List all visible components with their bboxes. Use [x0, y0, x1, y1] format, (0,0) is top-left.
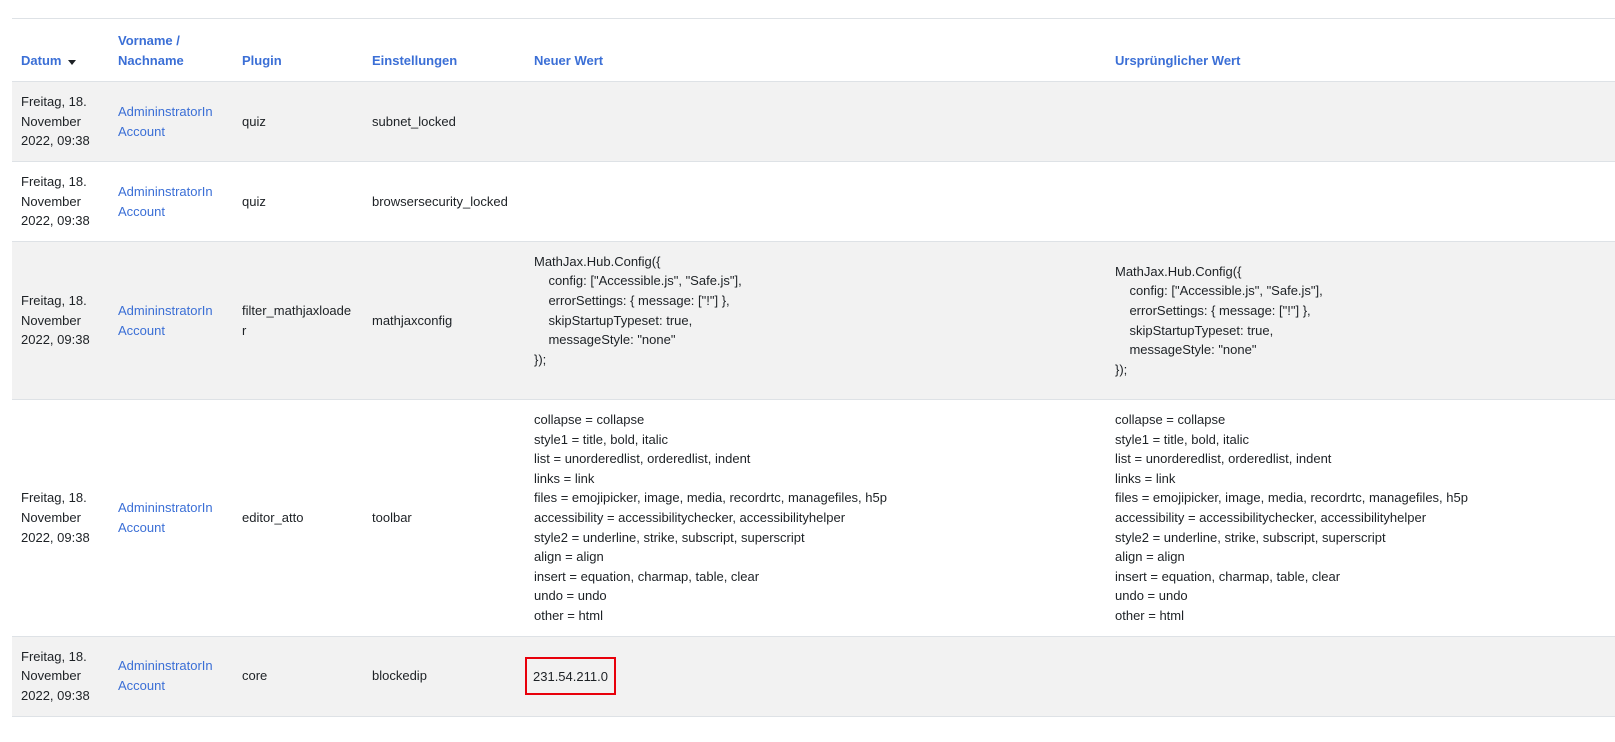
cell-user: AdmininstratorIn Account	[109, 162, 233, 242]
table-row: Freitag, 18. November 2022, 09:38 Admini…	[12, 162, 1615, 242]
cell-date: Freitag, 18. November 2022, 09:38	[21, 94, 90, 149]
table-row: Freitag, 18. November 2022, 09:38 Admini…	[12, 241, 1615, 400]
cell-setting: mathjaxconfig	[372, 312, 453, 328]
sort-plugin-link[interactable]: Plugin	[242, 53, 282, 68]
header-row: Datum Vorname / Nachname Plugin Einstell…	[12, 18, 1615, 82]
cell-setting: subnet_locked	[372, 113, 456, 129]
new-value-text: MathJax.Hub.Config({ config: ["Accessibl…	[534, 253, 742, 367]
user-link[interactable]: AdmininstratorIn Account	[118, 500, 213, 535]
cell-user: AdmininstratorIn Account	[109, 82, 233, 162]
cell-setting: blockedip	[372, 668, 427, 684]
user-link[interactable]: AdmininstratorIn Account	[118, 658, 213, 693]
cell-setting: browsersecurity_locked	[372, 193, 508, 209]
cell-user: AdmininstratorIn Account	[109, 636, 233, 716]
cell-new-value	[525, 82, 1106, 162]
config-changes-report: Datum Vorname / Nachname Plugin Einstell…	[12, 18, 1615, 717]
user-link[interactable]: AdmininstratorIn Account	[118, 184, 213, 219]
cell-old-value	[1106, 162, 1615, 242]
table-body: Freitag, 18. November 2022, 09:38 Admini…	[12, 81, 1615, 717]
highlighted-blocked-ip: 231.54.211.0	[525, 657, 616, 696]
user-link[interactable]: AdmininstratorIn Account	[118, 303, 213, 338]
sort-old-value-link[interactable]: Ursprünglicher Wert	[1115, 53, 1240, 68]
table-row: Freitag, 18. November 2022, 09:38 Admini…	[12, 636, 1615, 717]
cell-date: Freitag, 18. November 2022, 09:38	[21, 174, 90, 229]
cell-user: AdmininstratorIn Account	[109, 242, 233, 400]
cell-date: Freitag, 18. November 2022, 09:38	[21, 648, 90, 703]
sort-setting-link[interactable]: Einstellungen	[372, 53, 457, 68]
table-header: Datum Vorname / Nachname Plugin Einstell…	[12, 18, 1615, 82]
cell-old-value	[1106, 636, 1615, 716]
cell-new-value: MathJax.Hub.Config({ config: ["Accessibl…	[525, 242, 1106, 400]
user-link[interactable]: AdmininstratorIn Account	[118, 104, 213, 139]
cell-old-value: collapse = collapse style1 = title, bold…	[1115, 412, 1468, 623]
cell-old-value	[1106, 82, 1615, 162]
sort-new-value-link[interactable]: Neuer Wert	[534, 53, 603, 68]
config-changes-table: Datum Vorname / Nachname Plugin Einstell…	[12, 18, 1615, 717]
cell-date: Freitag, 18. November 2022, 09:38	[21, 293, 90, 348]
cell-plugin: quiz	[242, 113, 266, 129]
header-setting: Einstellungen	[363, 19, 525, 82]
header-new-value: Neuer Wert	[525, 19, 1106, 82]
cell-plugin: core	[242, 668, 268, 684]
header-date-label: Datum	[21, 52, 62, 68]
header-name: Vorname / Nachname	[109, 19, 233, 82]
cell-new-value: 231.54.211.0	[525, 636, 1106, 716]
cell-plugin: editor_atto	[242, 509, 304, 525]
cell-setting: toolbar	[372, 509, 412, 525]
cell-plugin: filter_mathjaxloader	[242, 302, 352, 338]
cell-new-value: collapse = collapse style1 = title, bold…	[534, 412, 887, 623]
sort-descending-icon[interactable]	[68, 59, 77, 65]
table-row: Freitag, 18. November 2022, 09:38 Admini…	[12, 400, 1615, 637]
header-plugin: Plugin	[233, 19, 363, 82]
cell-old-value: MathJax.Hub.Config({ config: ["Accessibl…	[1115, 263, 1323, 377]
sort-date-link[interactable]: Datum	[21, 53, 61, 68]
cell-new-value	[525, 162, 1106, 242]
cell-user: AdmininstratorIn Account	[109, 400, 233, 637]
sort-name-link[interactable]: Vorname / Nachname	[118, 33, 184, 68]
header-old-value: Ursprünglicher Wert	[1106, 19, 1615, 82]
cell-date: Freitag, 18. November 2022, 09:38	[21, 490, 90, 545]
cell-plugin: quiz	[242, 193, 266, 209]
header-date: Datum	[12, 19, 109, 82]
table-row: Freitag, 18. November 2022, 09:38 Admini…	[12, 81, 1615, 162]
